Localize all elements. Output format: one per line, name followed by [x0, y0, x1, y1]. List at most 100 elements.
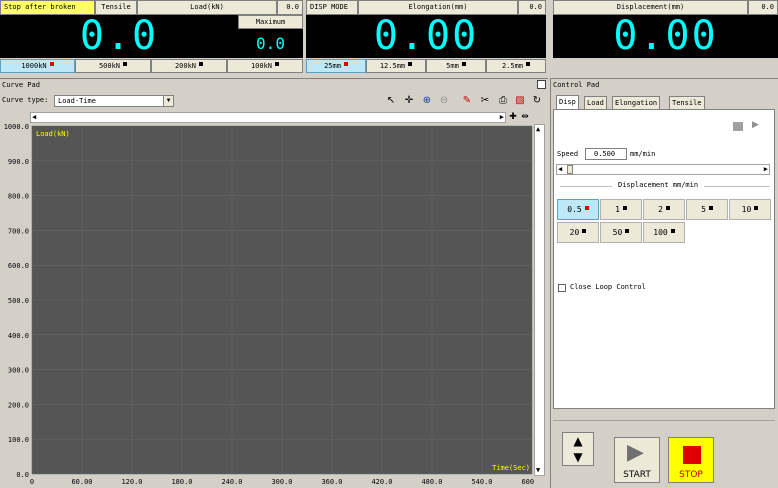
tab-disp[interactable]: Disp	[556, 95, 579, 109]
elong-range-25mm[interactable]: 25mm	[306, 59, 366, 73]
speed-button-20[interactable]: 20	[557, 222, 599, 243]
speed-button-label: 0.5	[567, 205, 582, 214]
speed-button-100[interactable]: 100	[643, 222, 685, 243]
curve-type-label: Curve type:	[2, 96, 49, 104]
y-tick-label: 100.0	[8, 436, 29, 444]
elongation-title: Elongation(mm)	[358, 0, 518, 15]
displacement-title: Displacement(mm)	[553, 0, 748, 15]
x-tick-label: 540.0	[471, 478, 492, 486]
marker-icon	[461, 62, 466, 66]
pen-icon[interactable]: ✎	[460, 94, 474, 108]
y-tick-label: 0.0	[16, 471, 29, 479]
x-tick-label: 480.0	[421, 478, 442, 486]
chart-x-label: Time(Sec)	[492, 464, 530, 472]
load-time-chart: 1000.0 900.0 800.0 700.0 600.0 500.0 400.0 300.…	[4, 124, 534, 486]
scroll-down-icon[interactable]: ▼	[536, 466, 540, 475]
load-range-100kn[interactable]: 100kN	[227, 59, 303, 73]
speed-input[interactable]: 0.500	[585, 148, 627, 160]
marker-icon	[123, 62, 128, 66]
close-loop-checkbox[interactable]	[558, 284, 566, 292]
marker-icon	[625, 229, 630, 233]
refresh-icon[interactable]: ↻	[530, 94, 544, 108]
x-tick-label: 60.00	[71, 478, 92, 486]
tab-tensile[interactable]: Tensile	[669, 96, 705, 109]
speed-button-5[interactable]: 5	[686, 199, 728, 220]
elong-range-12-5mm[interactable]: 12.5mm	[366, 59, 426, 73]
slider-thumb[interactable]	[567, 165, 573, 174]
speed-button-label: 1	[615, 205, 620, 214]
marker-icon	[275, 62, 280, 66]
speed-button-0-5[interactable]: 0.5	[557, 199, 599, 220]
chart-v-scrollbar[interactable]: ▲ ▼	[534, 124, 545, 476]
play-icon: ▶	[627, 440, 644, 465]
lock-icon[interactable]	[733, 122, 743, 131]
y-tick-label: 700.0	[8, 227, 29, 235]
curve-pad-menu-icon[interactable]	[537, 80, 546, 89]
scroll-up-icon[interactable]: ▲	[536, 125, 540, 134]
maximum-display: 0.0	[238, 29, 303, 58]
y-tick-label: 300.0	[8, 367, 29, 375]
scroll-left-icon[interactable]: ◀	[32, 113, 36, 122]
displacement-display: 0.00	[553, 15, 778, 58]
speed-slider[interactable]: ◀ ▶	[556, 164, 770, 175]
load-range-1000kn[interactable]: 1000kN	[0, 59, 75, 73]
selected-marker-icon	[343, 62, 348, 66]
close-loop-label: Close Loop Control	[570, 283, 646, 291]
curve-chart-icon[interactable]: ▧	[513, 94, 527, 108]
curve-type-select[interactable]: Load-Time ▼	[54, 95, 174, 107]
dropdown-arrow-icon: ▼	[163, 96, 173, 106]
curve-type-value: Load-Time	[58, 97, 96, 105]
elong-range-2-5mm[interactable]: 2.5mm	[486, 59, 546, 73]
y-tick-label: 500.0	[8, 297, 29, 305]
print-icon[interactable]: ⎙	[496, 94, 510, 108]
x-tick-label: 240.0	[221, 478, 242, 486]
speed-button-2[interactable]: 2	[643, 199, 685, 220]
jog-up-down-icon[interactable]: ▲ ▼	[562, 432, 594, 466]
tab-elongation[interactable]: Elongation	[612, 96, 661, 109]
elong-range-5mm[interactable]: 5mm	[426, 59, 486, 73]
elongation-small-value: 0.0	[518, 0, 546, 15]
load-range-500kn[interactable]: 500kN	[75, 59, 151, 73]
speed-label: Speed	[557, 150, 579, 158]
slider-right-icon[interactable]: ▶	[764, 165, 768, 174]
scissors-icon[interactable]: ✂	[478, 94, 492, 108]
marker-icon	[665, 206, 670, 210]
h-zoom-fit-icon[interactable]: ⇹	[519, 111, 531, 123]
play-small-icon[interactable]: ▶	[752, 120, 759, 130]
maximum-label: Maximum	[238, 15, 303, 29]
marker-icon	[582, 229, 587, 233]
tab-load[interactable]: Load	[584, 96, 607, 109]
x-tick-label: 120.0	[121, 478, 142, 486]
load-small-value: 0.0	[277, 0, 303, 15]
scroll-right-icon[interactable]: ▶	[500, 113, 504, 122]
x-tick-label: 180.0	[171, 478, 192, 486]
speed-button-1[interactable]: 1	[600, 199, 642, 220]
speed-button-50[interactable]: 50	[600, 222, 642, 243]
marker-icon	[526, 62, 531, 66]
y-tick-label: 900.0	[8, 158, 29, 166]
mode-label: Stop after broken	[0, 0, 95, 15]
selected-marker-icon	[584, 206, 589, 210]
start-button[interactable]: ▶ START	[614, 437, 660, 483]
elongation-display: 0.00	[306, 15, 546, 58]
stop-button[interactable]: STOP	[668, 437, 714, 483]
x-tick-label: 0	[30, 478, 34, 486]
disp-mode-label: DISP MODE	[306, 0, 358, 15]
chart-h-scrollbar[interactable]: ◀ ▶	[30, 112, 506, 123]
speed-button-label: 2	[658, 205, 663, 214]
pointer-icon[interactable]: ↖	[384, 94, 398, 108]
load-range-200kn[interactable]: 200kN	[151, 59, 227, 73]
x-tick-label: 600.0	[521, 478, 534, 486]
zoom-out-icon[interactable]: ⊖	[437, 94, 451, 108]
selected-marker-icon	[49, 62, 54, 66]
marker-icon	[408, 62, 413, 66]
crosshair-icon[interactable]: ✛	[402, 94, 416, 108]
speed-button-label: 5	[701, 205, 706, 214]
zoom-in-icon[interactable]: ⊕	[420, 94, 434, 108]
displacement-speed-title: Displacement mm/min	[612, 181, 705, 189]
h-zoom-expand-icon[interactable]: ✚	[507, 111, 519, 123]
speed-button-10[interactable]: 10	[729, 199, 771, 220]
marker-icon	[754, 206, 759, 210]
slider-left-icon[interactable]: ◀	[558, 165, 562, 174]
x-tick-label: 420.0	[371, 478, 392, 486]
